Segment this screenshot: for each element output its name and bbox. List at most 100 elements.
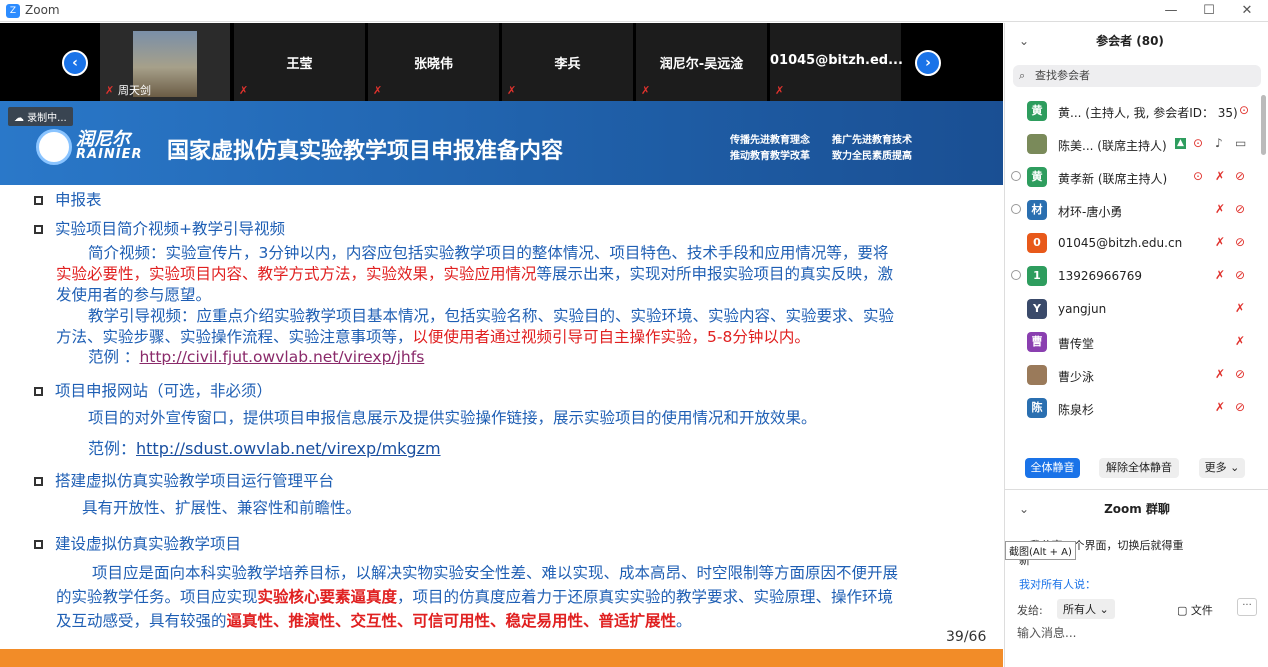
slide-footer-bar xyxy=(0,649,1003,667)
more-button[interactable]: 更多 ⌄ xyxy=(1199,458,1245,478)
participant-name: 曹传堂 xyxy=(1058,337,1095,351)
paragraph-line: 方法、实验步骤、实验操作流程、实验注意事项等，以便使用者通过视频引导可自主操作实… xyxy=(56,328,810,346)
more-options-icon[interactable]: ··· xyxy=(1237,598,1257,616)
unmute-all-button[interactable]: 解除全体静音 xyxy=(1099,458,1179,478)
participant-row[interactable]: 黄 黄... (主持人, 我, 参会者ID： 35) ⊙ xyxy=(1005,95,1257,128)
paragraph: 项目应是面向本科实验教学培养目标，以解决实物实验安全性差、难以实现、成本高昂、时… xyxy=(56,561,976,633)
example-link[interactable]: http://sdust.owvlab.net/virexp/mkgzm xyxy=(136,439,441,458)
minimize-button[interactable]: — xyxy=(1156,1,1186,21)
shared-slide: 润尼尔 RAINIER 国家虚拟仿真实验教学项目申报准备内容 传播先进教育理念 … xyxy=(0,101,1003,667)
status-dot-icon xyxy=(1011,171,1021,181)
paragraph: 具有开放性、扩展性、兼容性和前瞻性。 xyxy=(82,499,362,517)
section-heading: 搭建虚拟仿真实验教学项目运行管理平台 xyxy=(34,469,334,491)
video-camera-icon[interactable]: ▭ xyxy=(1235,136,1246,150)
section-heading: 实验项目简介视频+教学引导视频 xyxy=(34,217,285,239)
video-tile[interactable]: ✗ 周天剑 xyxy=(100,23,230,101)
participant-name: 材环-唐小勇 xyxy=(1058,205,1123,219)
section-heading: 建设虚拟仿真实验教学项目 xyxy=(34,532,241,554)
video-tile[interactable]: 01045@bitzh.ed... ✗ xyxy=(770,23,903,101)
slide-body: 申报表 实验项目简介视频+教学引导视频 简介视频：实验宣传片，3分钟以内，内容应… xyxy=(0,185,1003,663)
participant-row[interactable]: 1 13926966769 ✗ ⊘ xyxy=(1005,260,1257,293)
share-screen-icon: ▲ xyxy=(1175,138,1186,149)
muted-mic-icon[interactable]: ✗ xyxy=(1215,202,1225,216)
muted-mic-icon[interactable]: ✗ xyxy=(1215,367,1225,381)
file-button[interactable]: ▢ 文件 xyxy=(1177,602,1213,618)
muted-mic-icon[interactable]: ✗ xyxy=(1215,169,1225,183)
participant-row[interactable]: 陈美... (联席主持人) ▲ ⊙ ♪ ▭ xyxy=(1005,128,1257,161)
status-dot-icon xyxy=(1011,270,1021,280)
video-off-icon[interactable]: ⊘ xyxy=(1235,400,1245,414)
file-icon: ▢ xyxy=(1177,604,1191,617)
muted-mic-icon[interactable]: ✗ xyxy=(1215,235,1225,249)
participant-row[interactable]: 曹 曹传堂 ✗ xyxy=(1005,326,1257,359)
bullet-square-icon xyxy=(34,477,43,486)
participant-name: 陈泉杉 xyxy=(1058,403,1095,417)
send-to-select[interactable]: 所有人 ⌄ xyxy=(1057,599,1115,619)
example-line: 范例 ：http://civil.fjut.owvlab.net/virexp/… xyxy=(88,348,425,366)
recording-indicator[interactable]: ☁ 录制中... xyxy=(8,107,73,126)
paragraph-line: 教学引导视频：应重点介绍实验教学项目基本情况，包括实验名称、实验目的、实验环境、… xyxy=(88,307,895,325)
mic-icon[interactable]: ♪ xyxy=(1215,136,1223,150)
title-bar: Z Zoom — ☐ ✕ xyxy=(0,0,1268,22)
video-off-icon[interactable]: ⊘ xyxy=(1235,268,1245,282)
brand-name-en: RAINIER xyxy=(76,147,143,162)
prev-page-button[interactable]: ‹ xyxy=(62,50,88,76)
page-number: 39/66 xyxy=(946,629,987,645)
slogan: 致力全民素质提高 xyxy=(832,151,912,162)
participant-row[interactable]: 黄 黄孝新 (联席主持人) ⊙ ✗ ⊘ xyxy=(1005,161,1257,194)
close-button[interactable]: ✕ xyxy=(1232,1,1262,21)
video-off-icon[interactable]: ⊘ xyxy=(1235,367,1245,381)
mute-all-button[interactable]: 全体静音 xyxy=(1025,458,1080,478)
participant-name: 13926966769 xyxy=(1058,269,1142,283)
video-off-icon[interactable]: ⊘ xyxy=(1235,169,1245,183)
muted-mic-icon: ✗ xyxy=(775,84,785,97)
chat-input[interactable]: 输入消息... xyxy=(1017,624,1076,641)
muted-mic-icon: ✗ xyxy=(373,84,383,97)
video-off-icon[interactable]: ⊘ xyxy=(1235,202,1245,216)
participant-name: 黄孝新 (联席主持人) xyxy=(1058,172,1168,186)
maximize-button[interactable]: ☐ xyxy=(1194,1,1224,21)
bullet-square-icon xyxy=(34,540,43,549)
slogan: 推广先进教育技术 xyxy=(832,135,912,146)
avatar: 0 xyxy=(1027,233,1047,253)
paragraph-line: 项目应是面向本科实验教学培养目标，以解决实物实验安全性差、难以实现、成本高昂、时… xyxy=(92,564,899,582)
participant-row[interactable]: 曹少泳 ✗ ⊘ xyxy=(1005,359,1257,392)
muted-mic-icon[interactable]: ✗ xyxy=(1215,400,1225,414)
video-off-icon[interactable]: ⊘ xyxy=(1235,235,1245,249)
participant-row[interactable]: Y yangjun ✗ xyxy=(1005,293,1257,326)
paragraph-line: 及互动感受，具有较强的逼真性、推演性、交互性、可信可用性、稳定易用性、普适扩展性… xyxy=(56,612,692,630)
participant-row[interactable]: 陈 陈泉杉 ✗ ⊘ xyxy=(1005,392,1257,425)
paragraph-line: 实验必要性，实验项目内容、教学方式方法，实验效果，实验应用情况等展示出来，实现对… xyxy=(56,265,894,283)
participant-scrollbar[interactable] xyxy=(1261,95,1266,155)
muted-mic-icon: ✗ xyxy=(105,84,115,97)
avatar: 黄 xyxy=(1027,101,1047,121)
chat-title: Zoom 群聊 xyxy=(1104,502,1170,516)
video-tile[interactable]: 张晓伟 ✗ xyxy=(368,23,499,101)
muted-mic-icon[interactable]: ✗ xyxy=(1235,334,1245,348)
muted-mic-icon[interactable]: ✗ xyxy=(1215,268,1225,282)
example-line: 范例：http://sdust.owvlab.net/virexp/mkgzm xyxy=(88,439,441,458)
video-tile[interactable]: 李兵 ✗ xyxy=(502,23,633,101)
slide-banner: 润尼尔 RAINIER 国家虚拟仿真实验教学项目申报准备内容 传播先进教育理念 … xyxy=(0,101,1003,185)
tile-name: 李兵 xyxy=(554,57,581,72)
bullet-square-icon xyxy=(34,387,43,396)
chat-sender: 我对所有人说： xyxy=(1019,578,1096,591)
paragraph-line: 的实验教学任务。项目应实现实验核心要素逼真度，项目的仿真度应着力于还原真实实验的… xyxy=(56,588,894,606)
paragraph: 项目的对外宣传窗口，提供项目申报信息展示及提供实验操作链接，展示实验项目的使用情… xyxy=(88,409,817,427)
video-tile[interactable]: 润尼尔-吴远淦 ✗ xyxy=(636,23,767,101)
muted-mic-icon[interactable]: ✗ xyxy=(1235,301,1245,315)
participant-search-input[interactable]: ⌕ 查找参会者 xyxy=(1013,65,1261,87)
video-tile[interactable]: 王莹 ✗ xyxy=(234,23,365,101)
status-dot-icon xyxy=(1011,204,1021,214)
participant-name: yangjun xyxy=(1058,302,1107,316)
next-page-button[interactable]: › xyxy=(915,50,941,76)
participant-row[interactable]: 0 01045@bitzh.edu.cn ✗ ⊘ xyxy=(1005,227,1257,260)
participant-row[interactable]: 材 材环-唐小勇 ✗ ⊘ xyxy=(1005,194,1257,227)
example-link[interactable]: http://civil.fjut.owvlab.net/virexp/jhfs xyxy=(139,348,424,366)
avatar: Y xyxy=(1027,299,1047,319)
slogan: 传播先进教育理念 xyxy=(730,135,810,146)
recording-icon: ⊙ xyxy=(1193,169,1204,183)
avatar: 材 xyxy=(1027,200,1047,220)
meeting-view: ‹ ✗ 周天剑 王莹 ✗ 张晓伟 ✗ 李兵 ✗ 润尼尔-吴远淦 ✗ 01045@… xyxy=(0,23,1003,667)
avatar xyxy=(1027,365,1047,385)
